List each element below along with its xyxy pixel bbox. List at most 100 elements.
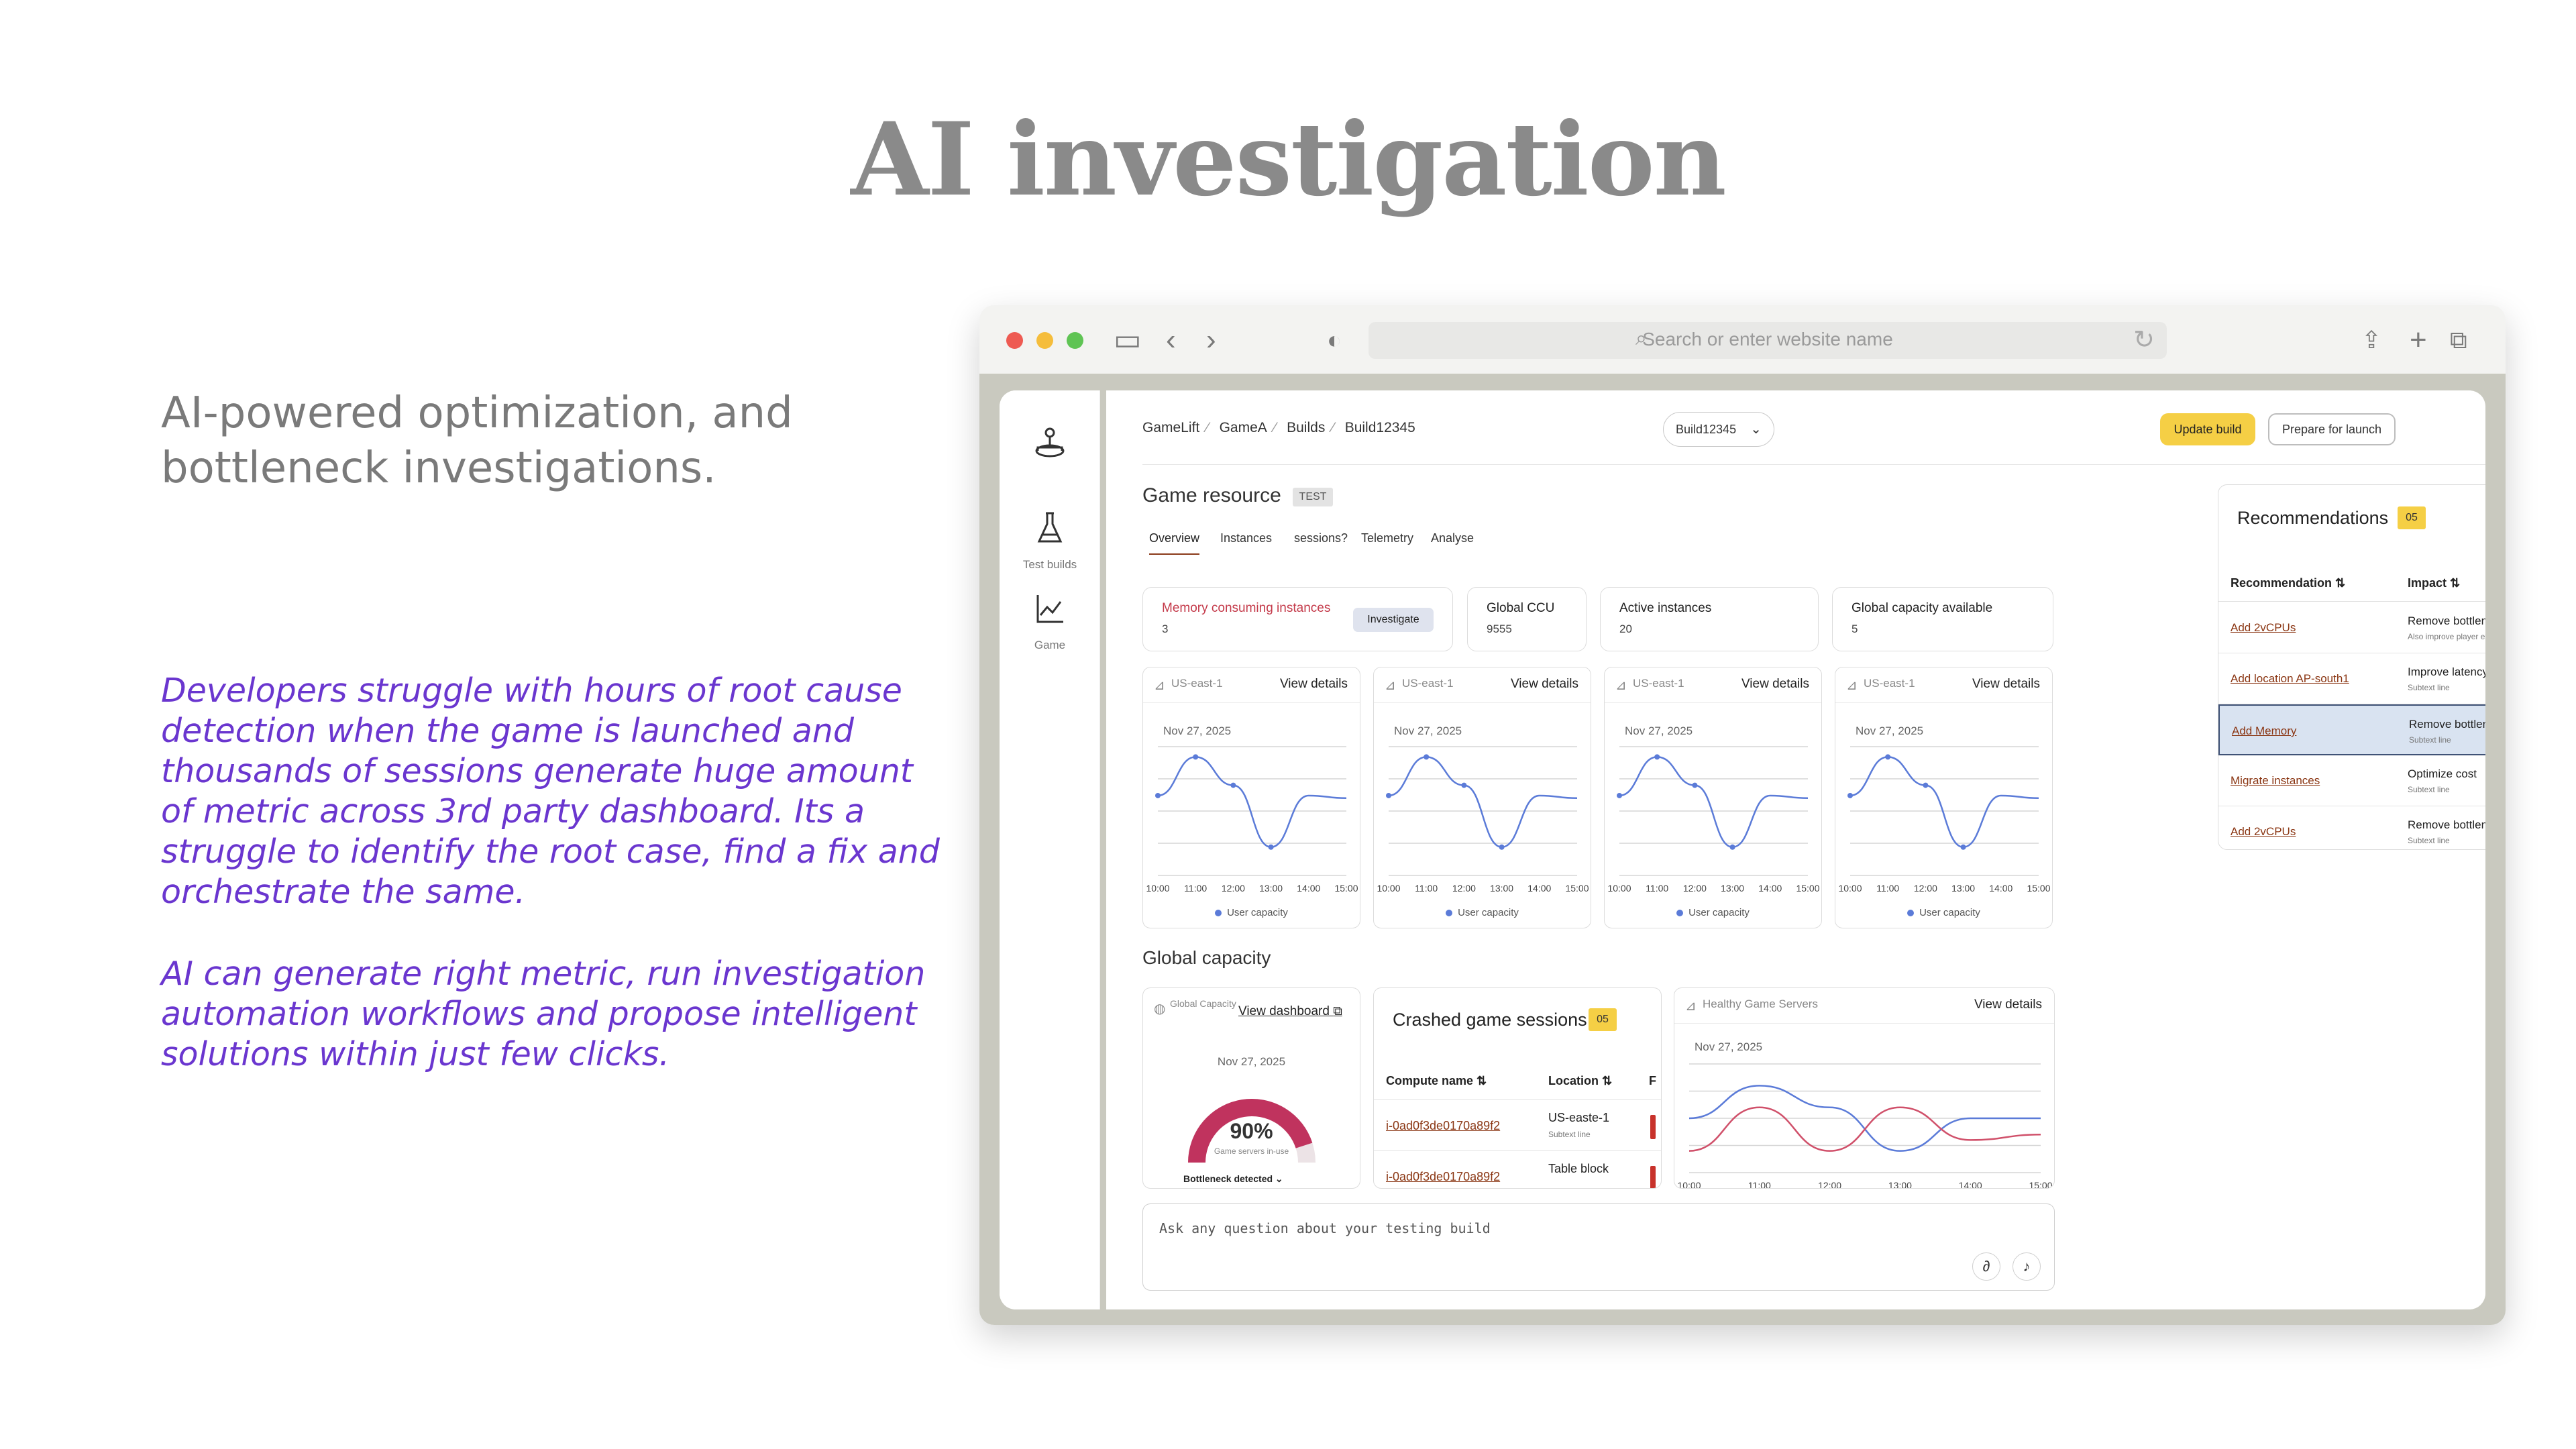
recommendations-title: Recommendations [2237, 508, 2389, 528]
chart-icon: ⊿ [1154, 678, 1165, 693]
data-point [1960, 844, 1966, 850]
metric-value: 20 [1619, 623, 1632, 635]
legend-label: User capacity [1458, 907, 1519, 918]
global-capacity-label: Global Capacity [1170, 998, 1236, 1009]
view-details-link[interactable]: View details [1741, 677, 1809, 692]
breadcrumb: GameLift ⁄ GameA ⁄ Builds ⁄ Build12345 [1142, 420, 1415, 435]
recommendation-link[interactable]: Migrate instances [2231, 774, 2320, 788]
impact-text: Remove bottleneck [2409, 718, 2485, 731]
metric-value: 9555 [1487, 623, 1512, 635]
location-subtext: Subtext line [1548, 1130, 1591, 1139]
series-line [1157, 756, 1347, 849]
rail-item-home[interactable] [1000, 423, 1100, 470]
table-row[interactable]: Add location AP-south1 Improve latency b… [2218, 653, 2485, 704]
view-details-link[interactable]: View details [1972, 677, 2040, 692]
tabs-overview-icon[interactable]: ⧉ [2450, 324, 2467, 356]
minimize-window-button[interactable] [1036, 332, 1053, 349]
sidebar-icon[interactable]: ▭ [1114, 324, 1142, 356]
metric-label: Global CCU [1487, 601, 1555, 615]
global-capacity-card: ◍ Global Capacity View dashboard ⧉ Nov 2… [1142, 987, 1360, 1189]
metric-memory-consuming: Memory consuming instances 3 Investigate [1142, 587, 1453, 651]
rail-item-test-builds[interactable]: Test builds [1000, 508, 1100, 572]
column-header[interactable]: Impact ⇅ [2408, 576, 2460, 590]
x-tick-label: 11:00 [1876, 883, 1899, 894]
x-tick-label: 12:00 [1914, 883, 1937, 894]
main-content: GameLift ⁄ GameA ⁄ Builds ⁄ Build12345 Buil… [1106, 390, 2485, 1309]
chart-legend: User capacity [1374, 907, 1591, 918]
chevron-right-icon[interactable]: › [1206, 324, 1216, 356]
tab-sessions[interactable]: sessions? [1294, 531, 1348, 545]
healthy-servers-card: ⊿ Healthy Game Servers View details Nov … [1674, 987, 2055, 1189]
data-point [1499, 844, 1505, 850]
bottleneck-label[interactable]: Bottleneck detected ⌄ [1183, 1173, 1283, 1185]
tab-telemetry[interactable]: Telemetry [1361, 531, 1413, 545]
table-row[interactable]: i-0ad0f3de0170a89f2 Table block [1374, 1151, 1661, 1188]
microphone-icon[interactable]: ♪ [2012, 1252, 2041, 1281]
close-window-button[interactable] [1006, 332, 1023, 349]
ask-input[interactable]: Ask any question about your testing buil… [1142, 1203, 2055, 1291]
column-header[interactable]: Compute name ⇅ [1386, 1074, 1487, 1088]
x-tick-label: 12:00 [1452, 883, 1476, 894]
table-row[interactable]: i-0ad0f3de0170a89f2 US-easte-1 Subtext l… [1374, 1100, 1661, 1151]
healthy-servers-chart: 10:00 11:00 12:00 13:00 14:00 15:00 [1677, 1063, 2053, 1189]
chart-icon [1000, 588, 1100, 636]
global-capacity-title: Global capacity [1142, 947, 1271, 968]
compute-link[interactable]: i-0ad0f3de0170a89f2 [1386, 1170, 1500, 1184]
build-select[interactable]: Build12345 ⌄ [1663, 412, 1774, 447]
data-point [1847, 792, 1853, 798]
view-dashboard-link[interactable]: View dashboard ⧉ [1238, 1004, 1342, 1019]
user-capacity-chart: 10:00 11:00 12:00 13:00 14:00 15:00 [1838, 746, 2051, 894]
region-card: ⊿ US-east-1 View details Nov 27, 2025 10… [1835, 667, 2053, 928]
table-row[interactable]: Add 2vCPUs Remove bottleneck Also improv… [2218, 602, 2485, 653]
x-tick-label: 12:00 [1818, 1180, 1841, 1189]
x-tick-label: 10:00 [1838, 883, 1862, 894]
tab-overview[interactable]: Overview [1149, 531, 1200, 555]
user-capacity-chart: 10:00 11:00 12:00 13:00 14:00 15:00 [1607, 746, 1820, 894]
table-row[interactable]: Migrate instances Optimize cost Subtext … [2218, 755, 2485, 806]
update-build-button[interactable]: Update build [2160, 413, 2255, 445]
recommendations-count: 05 [2398, 506, 2426, 529]
investigate-button[interactable]: Investigate [1353, 608, 1434, 632]
table-row[interactable]: Add 2vCPUs Remove bottleneck Subtext lin… [2218, 806, 2485, 849]
chart-legend: User capacity [1605, 907, 1821, 918]
tab-instances[interactable]: Instances [1220, 531, 1272, 545]
crashed-count: 05 [1589, 1008, 1617, 1031]
data-point [1155, 792, 1161, 798]
column-header[interactable]: Location ⇅ [1548, 1074, 1612, 1088]
table-row-selected[interactable]: Add Memory Remove bottleneck Subtext lin… [2218, 704, 2485, 755]
view-details-link[interactable]: View details [1511, 677, 1578, 692]
view-details-link[interactable]: View details [1974, 998, 2042, 1012]
recommendation-link[interactable]: Add Memory [2232, 724, 2296, 738]
recommendation-link[interactable]: Add 2vCPUs [2231, 825, 2296, 839]
sort-icon: ⇅ [2450, 576, 2461, 590]
tab-analyse[interactable]: Analyse [1431, 531, 1474, 545]
rail-item-game[interactable]: Game [1000, 588, 1100, 652]
column-header[interactable]: Recommendation ⇅ [2231, 576, 2345, 590]
column-header[interactable]: F [1649, 1074, 1656, 1088]
recommendation-link[interactable]: Add 2vCPUs [2231, 621, 2296, 635]
url-bar[interactable]: ⌕ Search or enter website name ↻ [1368, 322, 2167, 359]
breadcrumb-item[interactable]: Builds [1287, 420, 1325, 435]
plus-icon[interactable]: + [2410, 324, 2427, 356]
impact-subtext: Subtext line [2408, 683, 2450, 692]
series-line [1619, 756, 1809, 849]
impact-text: Remove bottleneck [2408, 614, 2485, 627]
browser-toolbar: ▭ ‹ › ◐ ⌕ Search or enter website name ↻… [979, 305, 2506, 372]
location-text: US-easte-1 [1548, 1111, 1610, 1124]
shield-icon[interactable]: ◐ [1327, 324, 1342, 356]
prepare-launch-button[interactable]: Prepare for launch [2268, 413, 2396, 445]
recommendation-link[interactable]: Add location AP-south1 [2231, 672, 2349, 686]
lead-heading: AI-powered optimization, and bottleneck … [161, 388, 793, 493]
view-details-link[interactable]: View details [1280, 677, 1348, 692]
breadcrumb-item[interactable]: GameA [1220, 420, 1267, 435]
reload-icon[interactable]: ↻ [2133, 325, 2155, 355]
legend-swatch [1907, 910, 1915, 917]
breadcrumb-item[interactable]: GameLift [1142, 420, 1199, 435]
chevron-left-icon[interactable]: ‹ [1166, 324, 1176, 356]
data-point [1230, 782, 1236, 788]
share-icon[interactable]: ⇪ [2361, 324, 2381, 356]
paperclip-icon[interactable]: ∂ [1972, 1252, 2000, 1281]
maximize-window-button[interactable] [1067, 332, 1083, 349]
compute-link[interactable]: i-0ad0f3de0170a89f2 [1386, 1119, 1500, 1133]
chart-icon: ⊿ [1846, 678, 1858, 693]
